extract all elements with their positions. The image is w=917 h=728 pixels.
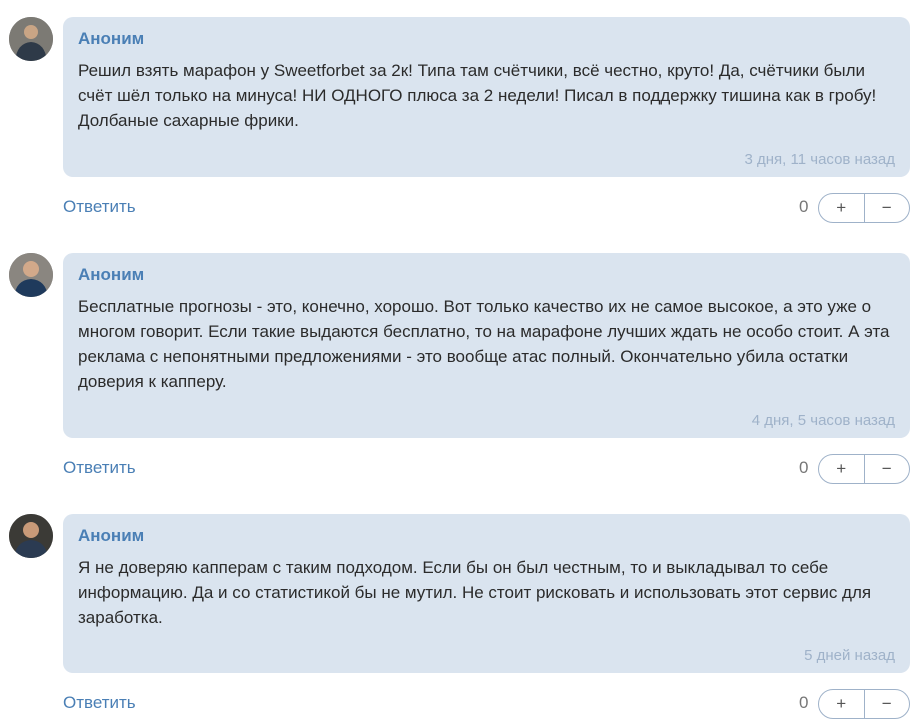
reply-link[interactable]: Ответить <box>63 197 136 217</box>
vote-buttons: + − <box>818 689 910 719</box>
comment-author: Аноним <box>78 265 145 284</box>
vote-buttons: + − <box>818 193 910 223</box>
vote-count: 0 <box>799 458 809 477</box>
comment-timestamp: 5 дней назад <box>804 647 895 664</box>
downvote-button[interactable]: − <box>863 194 910 222</box>
reply-link[interactable]: Ответить <box>63 458 136 478</box>
vote-buttons: + − <box>818 454 910 484</box>
user-avatar <box>9 514 53 558</box>
comment-author: Аноним <box>78 29 145 48</box>
user-avatar <box>9 17 53 61</box>
upvote-button[interactable]: + <box>819 194 864 222</box>
comment-timestamp: 3 дня, 11 часов назад <box>744 151 895 168</box>
vote-count: 0 <box>799 693 809 712</box>
comment-text: Я не доверяю капперам с таким подходом. … <box>78 558 872 627</box>
comment-bubble: Аноним Решил взять марафон у Sweetforbet… <box>63 17 910 177</box>
comments-page: Аноним Решил взять марафон у Sweetforbet… <box>0 0 917 728</box>
comment-bubble: Аноним Я не доверяю капперам с таким под… <box>63 514 910 673</box>
comment-author: Аноним <box>78 526 145 545</box>
upvote-button[interactable]: + <box>819 690 864 718</box>
comment-timestamp: 4 дня, 5 часов назад <box>751 412 895 429</box>
downvote-button[interactable]: − <box>863 455 910 483</box>
reply-link[interactable]: Ответить <box>63 693 136 713</box>
comment-text: Решил взять марафон у Sweetforbet за 2к!… <box>78 61 877 130</box>
comment-bubble: Аноним Бесплатные прогнозы - это, конечн… <box>63 253 910 438</box>
downvote-button[interactable]: − <box>863 690 910 718</box>
vote-count: 0 <box>799 197 809 216</box>
user-avatar <box>9 253 53 297</box>
comment-text: Бесплатные прогнозы - это, конечно, хоро… <box>78 297 890 391</box>
upvote-button[interactable]: + <box>819 455 864 483</box>
